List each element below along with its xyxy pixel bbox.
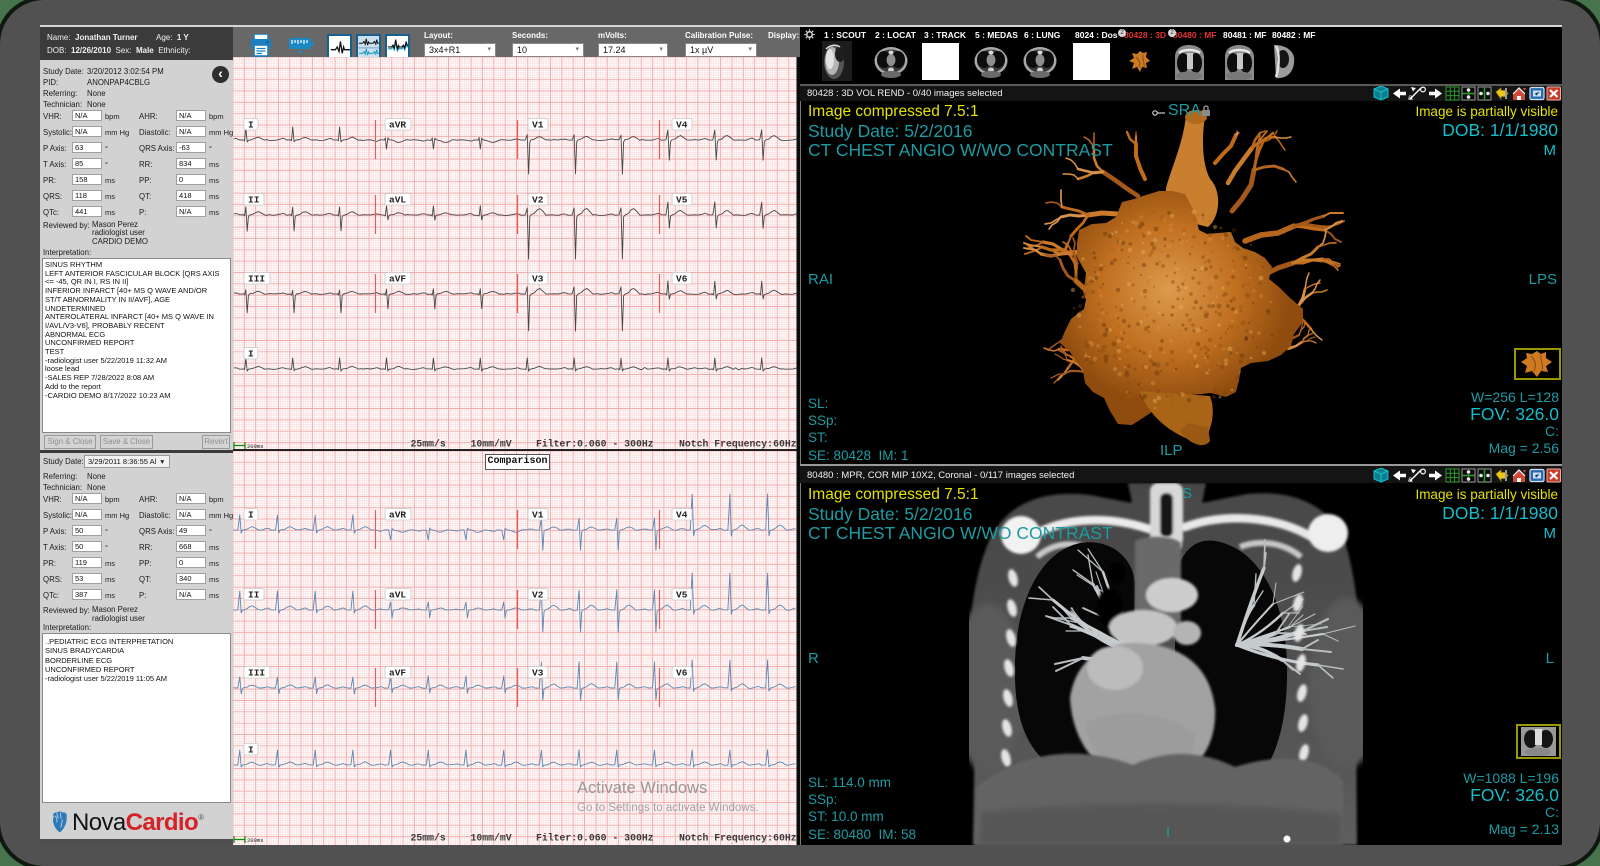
- svg-text:aVL: aVL: [389, 590, 406, 601]
- svg-text:V6: V6: [676, 274, 688, 285]
- svg-text:I: I: [248, 510, 254, 521]
- svg-text:V3: V3: [532, 668, 544, 679]
- svg-text:200ms: 200ms: [247, 443, 264, 450]
- svg-text:aVL: aVL: [389, 195, 406, 206]
- svg-text:V4: V4: [676, 510, 688, 521]
- svg-text:III: III: [248, 668, 265, 679]
- svg-text:V4: V4: [676, 120, 688, 131]
- svg-text:V3: V3: [532, 274, 544, 285]
- svg-text:V2: V2: [532, 590, 544, 601]
- svg-text:Notch Frequency:60Hz: Notch Frequency:60Hz: [679, 833, 797, 844]
- svg-text:10mm/mV: 10mm/mV: [471, 439, 512, 450]
- svg-text:II: II: [248, 195, 259, 206]
- svg-text:aVF: aVF: [389, 668, 406, 679]
- svg-text:V5: V5: [676, 590, 688, 601]
- svg-text:V1: V1: [532, 120, 544, 131]
- svg-text:III: III: [248, 274, 265, 285]
- svg-text:I: I: [248, 120, 254, 131]
- svg-text:V2: V2: [532, 195, 544, 206]
- svg-text:I: I: [248, 745, 254, 756]
- svg-text:aVR: aVR: [389, 120, 406, 131]
- svg-text:I: I: [248, 349, 254, 360]
- svg-text:Notch Frequency:60Hz: Notch Frequency:60Hz: [679, 439, 797, 450]
- svg-text:Filter:0.060 - 300Hz: Filter:0.060 - 300Hz: [536, 439, 654, 450]
- svg-text:25mm/s: 25mm/s: [411, 439, 446, 450]
- svg-text:aVF: aVF: [389, 274, 406, 285]
- svg-text:aVR: aVR: [389, 510, 406, 521]
- svg-text:25mm/s: 25mm/s: [411, 833, 446, 844]
- svg-text:Filter:0.060 - 300Hz: Filter:0.060 - 300Hz: [536, 833, 654, 844]
- svg-text:V6: V6: [676, 668, 688, 679]
- svg-text:V1: V1: [532, 510, 544, 521]
- svg-text:II: II: [248, 590, 259, 601]
- svg-text:200ms: 200ms: [247, 837, 264, 844]
- svg-text:10mm/mV: 10mm/mV: [471, 833, 512, 844]
- svg-text:V5: V5: [676, 195, 688, 206]
